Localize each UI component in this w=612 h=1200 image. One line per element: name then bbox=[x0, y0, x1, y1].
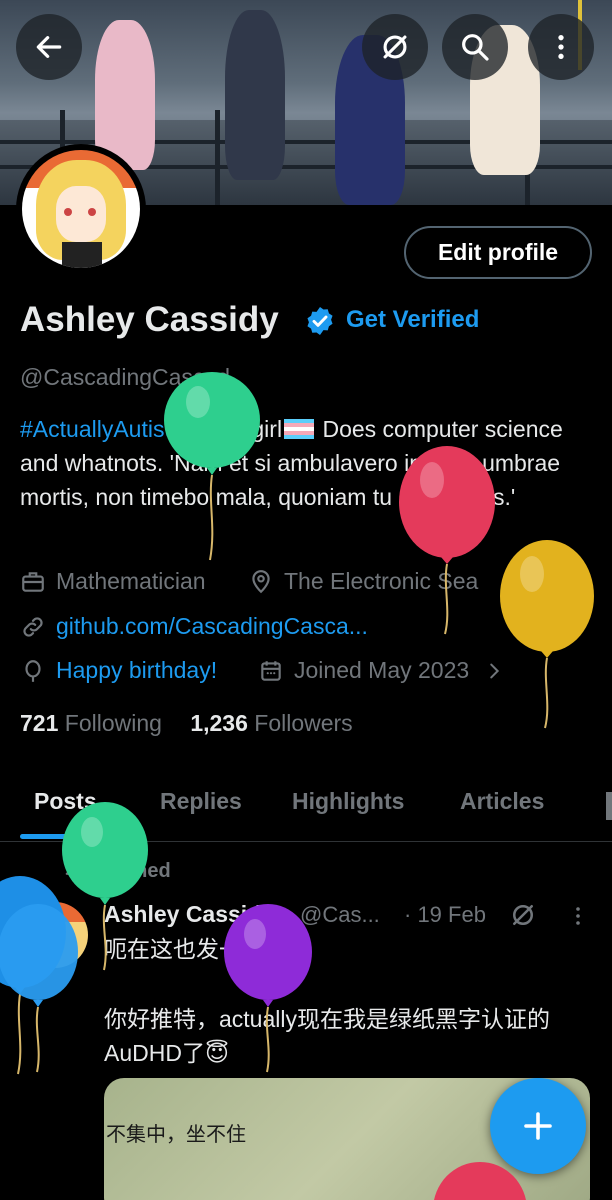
post-image-text: 不集中，坐不住 bbox=[106, 1122, 246, 1146]
arrow-left-icon bbox=[36, 36, 62, 58]
plus-icon bbox=[524, 1112, 552, 1140]
banner-figure bbox=[225, 10, 285, 180]
compose-button[interactable] bbox=[490, 1078, 586, 1174]
post-text-line1: 呃在这也发一下好了 bbox=[104, 936, 311, 962]
joined-text: Joined May 2023 bbox=[294, 657, 470, 683]
avatar-image bbox=[22, 150, 140, 268]
following-link[interactable]: 721 Following bbox=[20, 710, 162, 736]
website-row[interactable]: github.com/CascadingCasca... bbox=[20, 613, 368, 640]
get-verified-link[interactable]: Get Verified bbox=[346, 306, 479, 334]
post-date: · 19 Feb bbox=[404, 902, 486, 927]
calendar-icon bbox=[261, 660, 281, 681]
no-eye-icon[interactable] bbox=[508, 900, 538, 930]
profession-row: Mathematician bbox=[20, 568, 206, 595]
follow-counts: 721 Following 1,236 Followers bbox=[20, 710, 353, 737]
briefcase-icon bbox=[22, 571, 44, 592]
blue-balloon-icon bbox=[0, 904, 78, 1073]
post-text-line2: 你好推特，actually现在我是绿纸黑字认证的AuDHD了😇 bbox=[104, 1006, 550, 1066]
following-label: Following bbox=[64, 710, 162, 736]
trans-flag-icon bbox=[284, 419, 315, 439]
tab-highlights[interactable]: Highlights bbox=[292, 788, 404, 815]
banner-post bbox=[215, 110, 220, 205]
edit-profile-button[interactable]: Edit profile bbox=[404, 226, 592, 279]
website-link[interactable]: github.com/CascadingCasca... bbox=[56, 613, 368, 640]
followers-count: 1,236 bbox=[190, 710, 248, 736]
red-balloon-icon bbox=[399, 446, 495, 635]
location-pin-icon bbox=[252, 569, 270, 593]
joined-row[interactable]: Joined May 2023 bbox=[258, 657, 515, 684]
balloon-icon bbox=[25, 659, 41, 682]
search-icon bbox=[462, 34, 489, 61]
profession-text: Mathematician bbox=[56, 568, 206, 594]
back-button[interactable] bbox=[16, 14, 82, 80]
profile-name: Ashley Cassidy bbox=[20, 300, 279, 339]
green-balloon-icon bbox=[164, 372, 260, 561]
followers-link[interactable]: 1,236 Followers bbox=[190, 710, 352, 736]
search-button[interactable] bbox=[442, 14, 508, 80]
profile-avatar[interactable] bbox=[16, 144, 146, 274]
more-button[interactable] bbox=[528, 14, 594, 80]
tab-replies[interactable]: Replies bbox=[160, 788, 242, 815]
link-icon bbox=[23, 616, 43, 637]
more-vertical-icon bbox=[558, 35, 564, 59]
red-balloon-icon bbox=[434, 1162, 526, 1200]
profile-bio: #ActuallyAutistic trans girl Does comput… bbox=[20, 412, 590, 514]
mute-button[interactable] bbox=[362, 14, 428, 80]
birthday-row[interactable]: Happy birthday! bbox=[20, 657, 217, 684]
birthday-link[interactable]: Happy birthday! bbox=[56, 657, 217, 684]
post-more-icon[interactable] bbox=[566, 903, 590, 929]
yellow-balloon-icon bbox=[500, 540, 594, 729]
verified-badge-icon bbox=[307, 307, 333, 335]
tab-articles[interactable]: Articles bbox=[460, 788, 544, 815]
purple-balloon-icon bbox=[224, 904, 312, 1073]
followers-label: Followers bbox=[254, 710, 353, 736]
following-count: 721 bbox=[20, 710, 59, 736]
tab-overflow-hint bbox=[606, 792, 612, 820]
no-eye-icon bbox=[383, 35, 407, 59]
